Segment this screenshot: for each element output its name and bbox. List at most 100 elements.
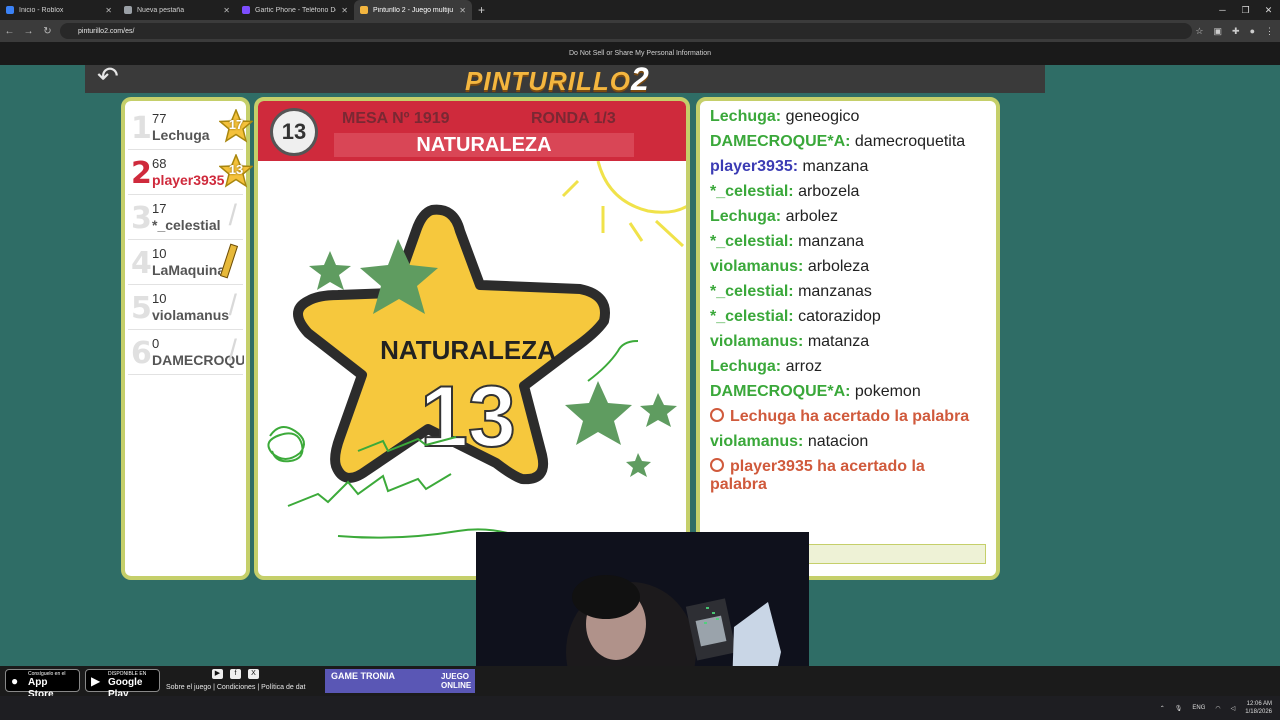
slash-icon: /	[228, 199, 237, 232]
system-message: Lechuga ha acertado la palabra	[710, 408, 986, 426]
chat-message: *_celestial: arbozela	[710, 183, 986, 201]
chat-message: violamanus: natacion	[710, 433, 986, 451]
tab-close-icon[interactable]: ✕	[105, 6, 112, 15]
chat-text: manzana	[802, 158, 869, 175]
footer-links[interactable]: Sobre el juego | Condiciones | Política …	[166, 684, 305, 691]
tab-list: Inicio - Roblox ✕ Nueva pestaña ✕ Gartic Pho…	[0, 0, 472, 20]
chat-message: violamanus: matanza	[710, 333, 986, 351]
app-store-button[interactable]: ● Consíguelo en el App Store	[5, 669, 80, 700]
page-footer: ● Consíguelo en el App Store ▶ DISPONIBL…	[0, 666, 1280, 700]
chat-message: Lechuga: arbolez	[710, 208, 986, 226]
chat-author: DAMECROQUE*A:	[710, 133, 851, 150]
play-icon: ▶	[91, 674, 101, 688]
address-bar: ← → ↻ pinturillo2.com/es/ ☆ ▣ ✚ ● ⋮	[0, 20, 1280, 42]
chat-message: *_celestial: catorazidop	[710, 308, 986, 326]
player-points: 68	[152, 156, 167, 171]
window-controls: ─ ❐ ✕	[1211, 0, 1280, 20]
sidebar-icon[interactable]: ▣	[1214, 26, 1223, 37]
tab-label: Gartic Phone - Teléfono Descon	[255, 6, 336, 14]
tab-close-icon[interactable]: ✕	[223, 6, 230, 15]
chevron-up-icon[interactable]: ⌃	[1160, 705, 1165, 712]
chat-text: arbolez	[785, 208, 839, 225]
chat-text: natacion	[807, 433, 869, 450]
system-message: player3935 ha acertado la palabra	[710, 458, 925, 493]
player-row: 2 68 player3935 13	[128, 150, 254, 195]
chat-message: violamanus: arboleza	[710, 258, 986, 276]
browser-tab-bar: Inicio - Roblox ✕ Nueva pestaña ✕ Gartic Pho…	[0, 0, 1280, 20]
chat-author: violamanus:	[710, 333, 804, 350]
x-icon[interactable]: X	[248, 669, 259, 679]
tab-label: Nueva pestaña	[137, 6, 185, 14]
microphone-icon[interactable]: 🎙	[1175, 705, 1183, 712]
facebook-icon[interactable]: f	[230, 669, 241, 679]
chat-log: Lechuga: geneogico DAMECROQUE*A: damecroq…	[710, 108, 986, 494]
menu-icon[interactable]: ⋮	[1265, 26, 1274, 37]
game-logo: PINTURILLO2	[465, 61, 650, 97]
chat-text: arbozela	[798, 183, 860, 200]
minimize-icon[interactable]: ─	[1211, 0, 1234, 20]
url-text: pinturillo2.com/es/	[78, 27, 135, 35]
google-play-button[interactable]: ▶ DISPONIBLE EN Google Play	[85, 669, 160, 700]
player-rank: 2	[131, 156, 152, 191]
browser-tab[interactable]: Gartic Phone - Teléfono Descon ✕	[236, 0, 354, 20]
chat-text: damecroquetita	[854, 133, 966, 150]
star-icon	[710, 408, 724, 422]
tab-label: Inicio - Roblox	[19, 6, 64, 14]
tab-close-icon[interactable]: ✕	[459, 6, 466, 15]
chat-message: *_celestial: manzanas	[710, 283, 986, 301]
chat-panel: Lechuga: geneogico DAMECROQUE*A: damecroq…	[696, 97, 1000, 580]
wifi-icon[interactable]: ◠	[1215, 705, 1220, 712]
player-row: 4 10 LaMaquina	[128, 240, 243, 285]
tab-close-icon[interactable]: ✕	[341, 6, 348, 15]
browser-tab[interactable]: Nueva pestaña ✕	[118, 0, 236, 20]
players-panel: 1 77 Lechuga 17 2 68 player3935 13 3 17 *_celestia…	[121, 97, 254, 580]
back-icon[interactable]: ←	[0, 26, 19, 37]
extensions-icon[interactable]: ✚	[1232, 26, 1240, 37]
gametronia-banner[interactable]: GAME TRONIA JUEGO ONLINE	[325, 669, 475, 693]
back-arrow-icon[interactable]: ↶	[97, 63, 119, 89]
chat-message: player3935: manzana	[710, 158, 986, 176]
chat-text: arroz	[785, 358, 823, 375]
tab-favicon-icon	[124, 6, 132, 14]
player-rank: 1	[131, 111, 152, 146]
drawing-canvas[interactable]: NATURALEZA 13	[258, 161, 690, 580]
language-indicator[interactable]: ENG	[1192, 705, 1205, 711]
player-rank: 6	[131, 336, 152, 371]
player-points: 77	[152, 111, 167, 126]
bookmark-star-icon[interactable]: ☆	[1195, 26, 1203, 37]
close-icon[interactable]: ✕	[1257, 0, 1280, 20]
player-rank: 5	[131, 291, 152, 326]
tab-label: Pinturillo 2 - Juego multiju	[373, 6, 454, 14]
chat-message: Lechuga: geneogico	[710, 108, 986, 126]
chat-author: violamanus:	[710, 433, 804, 450]
forward-icon[interactable]: →	[19, 26, 38, 37]
reload-icon[interactable]: ↻	[38, 26, 57, 37]
browser-tab[interactable]: Inicio - Roblox ✕	[0, 0, 118, 20]
board-header: 13 MESA Nº 1919 RONDA 1/3 NATURALEZA	[258, 101, 686, 161]
chat-message: *_celestial: manzana	[710, 233, 986, 251]
clock[interactable]: 12:06 AM 1/18/2026	[1245, 700, 1272, 716]
volume-icon[interactable]: ◁	[1231, 705, 1236, 712]
chat-text: arboleza	[807, 258, 870, 275]
player-row: 1 77 Lechuga 17	[128, 105, 254, 150]
score-star-badge: 13	[218, 153, 254, 188]
tab-favicon-icon	[242, 6, 250, 14]
table-number: MESA Nº 1919	[342, 110, 450, 127]
browser-tab[interactable]: Pinturillo 2 - Juego multiju ✕	[354, 0, 472, 20]
system-tray: ⌃ 🎙 ENG ◠ ◁ 12:06 AM 1/18/2026	[1160, 696, 1272, 720]
chat-message: DAMECROQUE*A: damecroquetita	[710, 133, 986, 151]
new-tab-button[interactable]: +	[472, 3, 491, 17]
chat-text: manzana	[798, 233, 864, 250]
chat-text: manzanas	[798, 283, 872, 300]
chat-author: Lechuga:	[710, 108, 782, 125]
profile-icon[interactable]: ●	[1250, 26, 1255, 36]
restore-icon[interactable]: ❐	[1234, 0, 1257, 20]
url-input[interactable]: pinturillo2.com/es/	[60, 23, 1192, 39]
chat-author: *_celestial:	[710, 308, 794, 325]
tab-favicon-icon	[6, 6, 14, 14]
player-points: 0	[152, 336, 160, 351]
chat-author: violamanus:	[710, 258, 804, 275]
tab-favicon-icon	[360, 6, 368, 14]
timer: 13	[270, 108, 318, 156]
youtube-icon[interactable]: ▶	[212, 669, 223, 679]
